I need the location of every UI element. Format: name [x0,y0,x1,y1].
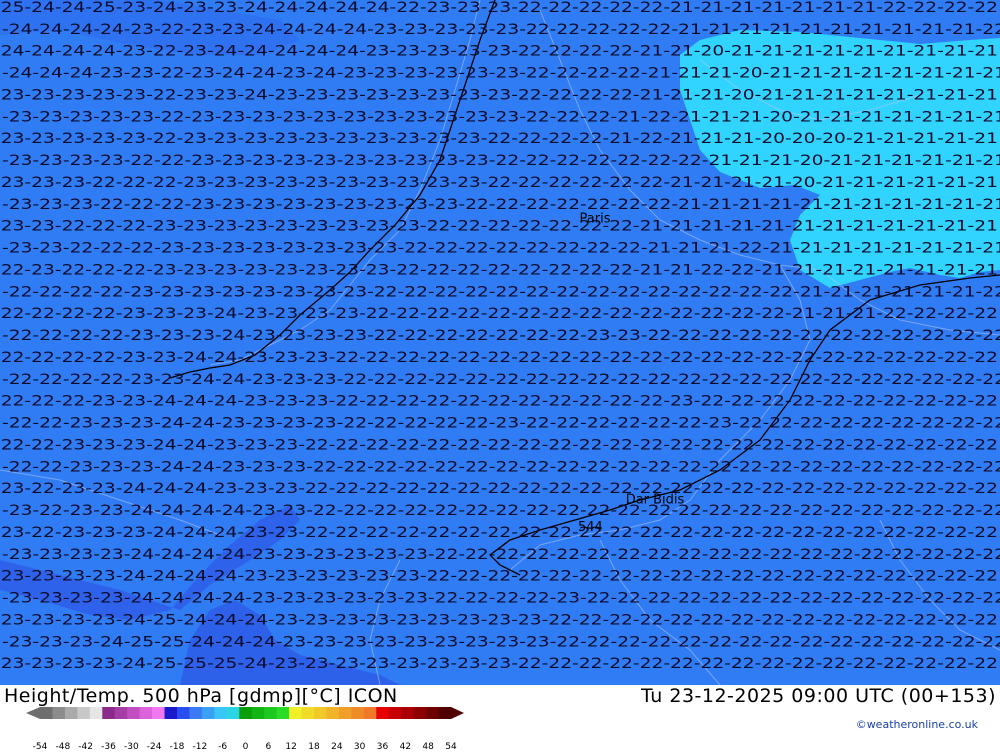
colorbar-label: -24 [146,742,162,752]
temperature-colorbar: -54 -48 -42 -36 -30 -24 -18 -12 -6 0 6 12 18 24 30 36 42… [26,705,466,752]
temperature-row: -23-23-23-23-23-22-23-23-23-23-23-23-23-… [2,109,1000,125]
colorbar-swatch [177,707,190,719]
colorbar-label: -48 [55,742,71,752]
temperature-row: -22-22-22-22-23-23-24-24-23-23-23-22-22-… [2,372,1000,388]
colorbar-swatch [127,707,141,719]
colorbar-swatch [376,707,390,719]
temperature-row: -22-22-22-23-23-24-24-24-23-23-23-22-22-… [0,394,998,410]
map-figure: -25-24-24-25-23-24-23-23-24-24-24-24-24-… [0,0,1000,752]
colorbar-swatch [201,707,215,719]
temperature-row: -23-23-23-23-23-22-23-23-23-23-23-23-23-… [0,131,998,147]
colorbar-swatch [152,707,166,719]
colorbar-swatch [40,707,53,719]
colorbar-label: 0 [242,742,249,752]
colorbar-label: -42 [78,742,94,752]
temperature-row: -23-23-23-23-24-24-24-24-23-23-23-23-23-… [2,591,1000,607]
colorbar-label: -6 [218,742,228,752]
temperature-row: -23-22-23-23-23-24-24-24-23-23-22-22-22-… [0,525,998,541]
colorbar-label: -36 [101,742,116,752]
colorbar-swatch [326,707,340,719]
temperature-row: -22-22-23-23-23-24-24-23-23-23-22-22-22-… [2,459,1000,475]
temperature-row: -23-23-22-22-22-23-23-23-23-23-23-23-23-… [0,219,998,235]
temperature-grid: -25-24-24-25-23-24-23-23-24-24-24-24-24-… [0,0,1000,672]
temperature-row: -23-22-23-23-24-24-24-24-23-23-22-22-22-… [2,503,1000,519]
colorbar-swatch [214,707,228,719]
colorbar-arrow-right [451,707,464,719]
colorbar-label: 18 [308,742,320,752]
place-label: Paris [580,212,611,227]
temperature-row: -22-22-23-23-23-24-24-23-23-23-23-22-22-… [2,416,1000,432]
colorbar-swatch [89,707,103,719]
colorbar-swatch [438,707,452,719]
colorbar-swatch [363,707,377,719]
height-contour-label: 544 [578,520,603,535]
colorbar-label: 36 [376,742,389,752]
map-footer: Height/Temp. 500 hPa [gdmp][°C] ICON Tu … [0,685,1000,752]
place-label: Dar Bidis [626,492,685,507]
colorbar-swatch [264,707,278,719]
temperature-row: -22-23-22-22-22-23-23-23-23-23-23-23-23-… [0,262,998,278]
temperature-row: -23-23-23-24-25-25-24-24-24-23-23-23-23-… [2,634,1000,650]
temperature-row: -23-23-23-23-24-25-25-25-24-23-23-23-23-… [0,656,998,672]
colorbar-swatch [114,707,128,719]
temperature-row: -23-23-23-23-24-24-24-24-23-23-23-23-23-… [0,569,998,585]
colorbar-swatch [388,707,402,719]
colorbar-swatch [401,707,415,719]
colorbar-label: 24 [331,742,343,752]
colorbar-swatch [338,707,352,719]
colorbar-swatch [64,707,78,719]
colorbar-swatch [139,707,153,719]
colorbar-label: 54 [445,742,457,752]
temperature-row: -22-22-23-23-23-24-24-23-23-23-22-22-22-… [0,437,998,453]
colorbar-swatch [251,707,265,719]
colorbar-swatch [239,707,253,719]
colorbar-swatch [189,707,203,719]
colorbar-swatch [226,707,240,719]
weather-map: -25-24-24-25-23-24-23-23-24-24-24-24-24-… [0,0,1000,685]
colorbar-swatch [301,707,315,719]
colorbar-swatch [102,707,116,719]
colorbar-labels: -54 -48 -42 -36 -30 -24 -18 -12 -6 0 6 12 18 24 30 36 42… [26,742,526,754]
colorbar-swatch [289,707,303,719]
valid-time: Tu 23-12-2025 09:00 UTC (00+153) [641,685,996,707]
colorbar-swatch [276,707,290,719]
colorbar-label: 12 [285,742,297,752]
temperature-row: -24-24-24-23-23-22-23-24-24-23-24-23-23-… [2,66,1000,82]
temperature-row: -22-22-22-22-23-23-23-23-23-23-23-23-22-… [2,284,1000,300]
colorbar-label: 30 [353,742,366,752]
temperature-row: -22-22-22-22-23-23-23-24-23-23-23-23-22-… [0,306,998,322]
temperature-row: -22-22-22-22-23-23-24-24-23-23-23-22-22-… [0,350,998,366]
colorbar-label: -18 [169,742,185,752]
temperature-row: -23-23-23-22-22-22-23-23-23-23-23-23-23-… [2,197,1000,213]
temperature-row: -25-24-24-25-23-24-23-23-24-24-24-24-24-… [0,0,998,16]
temperature-row: -24-24-24-24-23-22-23-23-24-24-24-24-23-… [2,22,1000,38]
temperature-row: -23-23-23-23-22-22-23-23-23-23-23-23-23-… [2,153,1000,169]
colorbar-swatch [314,707,327,719]
colorbar-swatch [413,707,427,719]
colorbar-swatch [164,707,178,719]
temperature-row: -23-23-23-22-22-22-23-23-23-23-23-23-23-… [0,175,998,191]
colorbar-swatch [77,707,91,719]
colorbar-swatch [351,707,365,719]
colorbar-label: 48 [422,742,434,752]
credit-link[interactable]: ©weatheronline.co.uk [856,718,978,731]
temperature-row: -23-22-23-23-24-24-24-23-23-23-22-22-22-… [0,481,998,497]
temperature-row: -22-22-22-22-23-23-23-24-23-23-23-23-22-… [2,328,1000,344]
temperature-row: -23-23-23-23-24-25-24-24-24-23-23-23-23-… [0,612,998,628]
temperature-row: -23-23-22-22-22-23-23-23-23-23-23-23-23-… [2,241,1000,257]
colorbar-label: -30 [123,742,139,752]
colorbar-label: -54 [32,742,48,752]
colorbar-swatch [52,707,66,719]
colorbar-label: 42 [399,742,412,752]
temperature-row: -23-23-23-23-23-22-23-23-24-23-23-23-23-… [0,87,998,103]
colorbar-swatch [426,707,440,719]
colorbar-label: 6 [265,742,272,752]
colorbar-label: -12 [192,742,208,752]
temperature-row: -24-24-24-24-23-22-23-24-24-24-24-24-23-… [0,44,998,60]
temperature-row: -23-23-23-23-24-24-24-24-23-23-23-23-23-… [2,547,1000,563]
map-title: Height/Temp. 500 hPa [gdmp][°C] ICON [4,685,398,707]
colorbar-swatches [26,707,464,719]
colorbar-arrow-left [26,707,40,719]
